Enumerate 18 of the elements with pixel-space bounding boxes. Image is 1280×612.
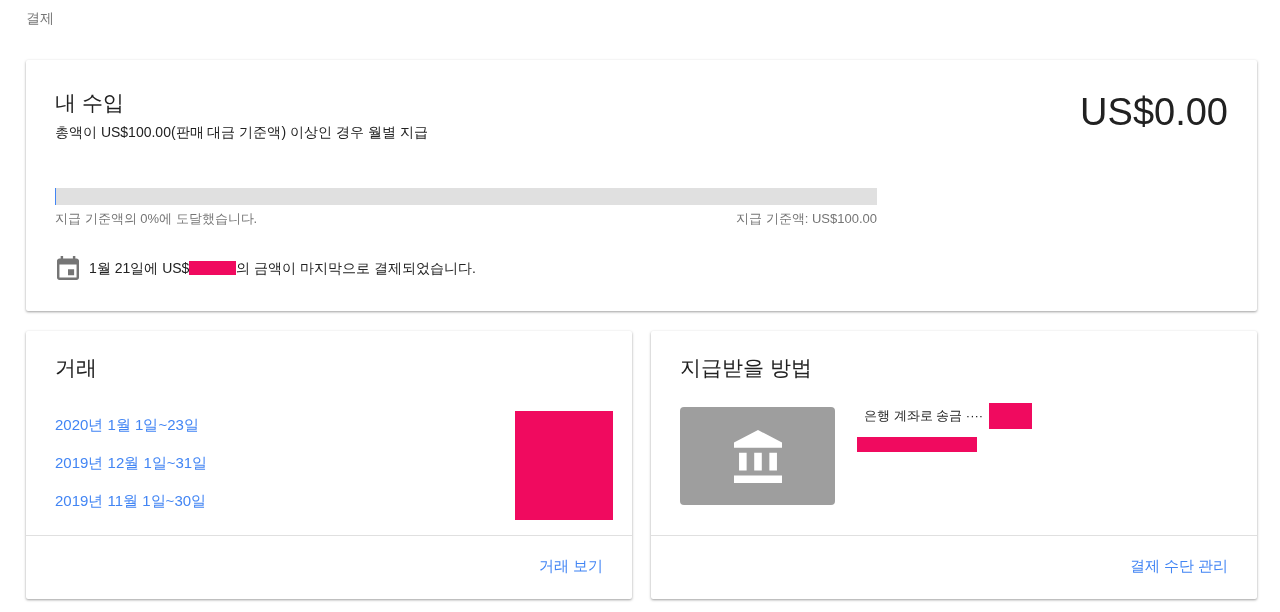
last-payment-text: 1월 21일에 US$ [89, 259, 190, 278]
card-title: 내 수입 [55, 90, 125, 116]
period-link[interactable]: 2020년 1월 1일~23일 [55, 415, 208, 435]
bank-icon [733, 429, 782, 483]
period-link[interactable]: 2019년 12월 1일~31일 [55, 453, 208, 473]
breadcrumb: 결제 [26, 9, 55, 28]
payout-terms: 총액이 US$100.00(판매 대금 기준액) 이상인 경우 월별 지급 [55, 123, 428, 142]
period-link[interactable]: 2019년 11월 1일~30일 [55, 491, 208, 511]
view-transactions-button[interactable]: 거래 보기 [530, 548, 611, 584]
manage-payment-button[interactable]: 결제 수단 관리 [1121, 548, 1236, 584]
calendar-icon [57, 256, 79, 280]
balance-amount: US$0.00 [1080, 90, 1228, 135]
last-payment-text: 의 금액이 마지막으로 결제되었습니다. [236, 259, 476, 278]
card-title: 지급받을 방법 [679, 355, 813, 381]
card-title: 거래 [54, 355, 98, 381]
progress-caption: 지급 기준액의 0%에 도달했습니다. [55, 210, 258, 228]
payment-method-label: 은행 계좌로 송금 ···· [864, 407, 984, 425]
threshold-label: 지급 기준액: US$100.00 [736, 210, 877, 228]
